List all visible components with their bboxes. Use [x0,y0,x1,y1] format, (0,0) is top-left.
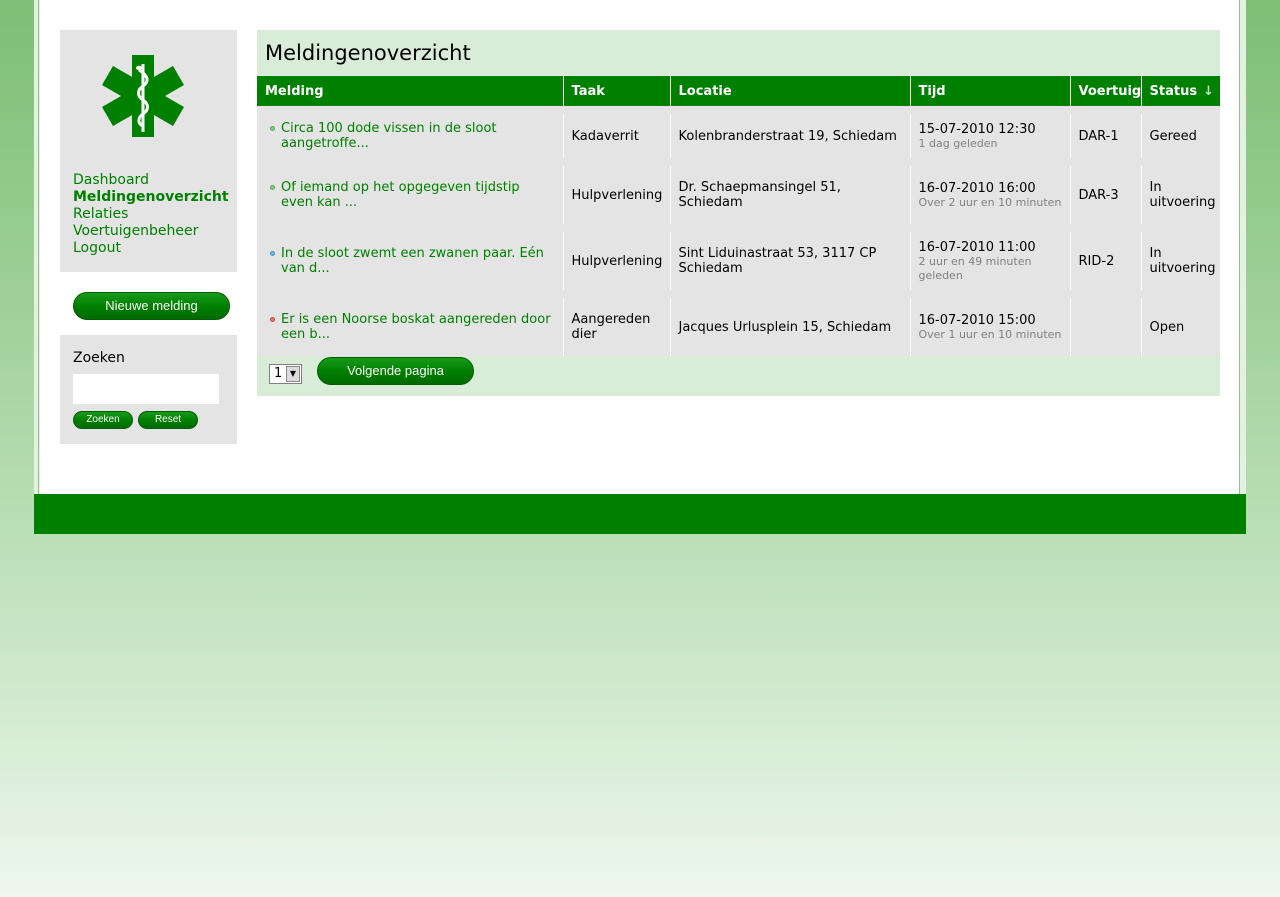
column-header-taak[interactable]: Taak [563,76,671,106]
time-relative: 2 uur en 49 minuten geleden [918,254,1032,282]
column-header-tijd[interactable]: Tijd [910,76,1071,106]
cell-locatie: Kolenbranderstraat 19, Schiedam [670,114,911,158]
cell-taak: Kadaverrit [563,114,671,158]
cell-melding: In de sloot zwemt een zwanen paar. Eén v… [257,232,564,290]
nav-item-meldingenoverzicht[interactable]: Meldingenoverzicht [73,189,229,206]
column-header-locatie[interactable]: Locatie [670,76,911,106]
cell-tijd: 16-07-2010 11:00 2 uur en 49 minuten gele… [910,232,1071,290]
cell-taak: Aangereden dier [563,298,671,356]
column-header-status-label: Status [1149,83,1198,99]
table-row[interactable]: In de sloot zwemt een zwanen paar. Eén v… [257,232,1220,290]
star-of-life-icon[interactable] [102,54,184,138]
cell-locatie: Dr. Schaepmansingel 51, Schiedam [670,166,911,224]
cell-taak: Hulpverlening [563,232,671,290]
cell-status: In uitvoering [1141,166,1220,224]
column-header-melding[interactable]: Melding [257,76,564,106]
time-value: 15-07-2010 12:30 [918,121,1036,137]
reports-table: Melding Taak Locatie Tijd Voertuig Statu… [257,76,1220,356]
table-row[interactable]: Circa 100 dode vissen in de sloot aanget… [257,114,1220,158]
column-header-status[interactable]: Status ↓ [1141,76,1220,106]
report-text: Er is een Noorse boskat aangereden door … [281,312,551,342]
time-relative: 1 dag geleden [918,136,998,150]
cell-locatie: Jacques Urlusplein 15, Schiedam [670,298,911,356]
cell-status: Gereed [1141,114,1220,158]
cell-melding: Circa 100 dode vissen in de sloot aanget… [257,114,564,158]
status-dot-icon [270,251,275,256]
time-value: 16-07-2010 11:00 [918,239,1036,255]
page-title: Meldingenoverzicht [265,41,471,65]
report-text: Circa 100 dode vissen in de sloot aanget… [281,121,497,151]
cell-status: In uitvoering [1141,232,1220,290]
time-relative: Over 2 uur en 10 minuten [918,195,1062,209]
dropdown-arrow-icon[interactable]: ▼ [286,366,300,382]
report-text: Of iemand op het opgegeven tijdstip even… [281,180,520,210]
sidebar-panel: Dashboard Meldingenoverzicht Relaties Vo… [60,30,237,272]
main-panel: Meldingenoverzicht Melding Taak Locatie … [257,30,1220,396]
nav-item-relaties[interactable]: Relaties [73,206,229,223]
page-select[interactable]: 1 ▼ [269,364,302,384]
new-report-button[interactable]: Nieuwe melding [73,292,230,320]
nav-item-logout[interactable]: Logout [73,240,229,257]
table-header-row: Melding Taak Locatie Tijd Voertuig Statu… [257,76,1220,106]
cell-tijd: 16-07-2010 15:00 Over 1 uur en 10 minuten [910,298,1071,356]
time-value: 16-07-2010 16:00 [918,180,1036,196]
time-value: 16-07-2010 15:00 [918,312,1036,328]
report-link[interactable]: Er is een Noorse boskat aangereden door … [265,312,555,342]
nav-item-voertuigenbeheer[interactable]: Voertuigenbeheer [73,223,229,240]
table-row[interactable]: Of iemand op het opgegeven tijdstip even… [257,166,1220,224]
cell-tijd: 15-07-2010 12:30 1 dag geleden [910,114,1071,158]
nav-item-dashboard[interactable]: Dashboard [73,172,229,189]
sort-down-icon: ↓ [1203,83,1214,99]
report-link[interactable]: In de sloot zwemt een zwanen paar. Eén v… [265,246,555,276]
cell-tijd: 16-07-2010 16:00 Over 2 uur en 10 minuten [910,166,1071,224]
time-relative: Over 1 uur en 10 minuten [918,327,1062,341]
status-dot-icon [270,317,275,322]
cell-voertuig: DAR-1 [1070,114,1142,158]
search-button[interactable]: Zoeken [73,411,133,429]
table-row[interactable]: Er is een Noorse boskat aangereden door … [257,298,1220,356]
cell-melding: Of iemand op het opgegeven tijdstip even… [257,166,564,224]
next-page-button[interactable]: Volgende pagina [317,357,474,385]
report-link[interactable]: Circa 100 dode vissen in de sloot aanget… [265,121,555,151]
page-select-value: 1 [274,366,283,381]
reset-button[interactable]: Reset [138,411,198,429]
report-link[interactable]: Of iemand op het opgegeven tijdstip even… [265,180,555,210]
cell-voertuig [1070,298,1142,356]
search-title: Zoeken [73,350,125,366]
main-nav: Dashboard Meldingenoverzicht Relaties Vo… [73,172,229,257]
cell-melding: Er is een Noorse boskat aangereden door … [257,298,564,356]
status-dot-icon [270,185,275,190]
cell-status: Open [1141,298,1220,356]
search-input[interactable] [73,374,219,404]
cell-taak: Hulpverlening [563,166,671,224]
cell-voertuig: RID-2 [1070,232,1142,290]
cell-locatie: Sint Liduinastraat 53, 3117 CP Schiedam [670,232,911,290]
column-header-voertuig[interactable]: Voertuig [1070,76,1142,106]
cell-voertuig: DAR-3 [1070,166,1142,224]
status-dot-icon [270,126,275,131]
report-text: In de sloot zwemt een zwanen paar. Eén v… [281,246,544,276]
footer-bar [34,494,1246,534]
